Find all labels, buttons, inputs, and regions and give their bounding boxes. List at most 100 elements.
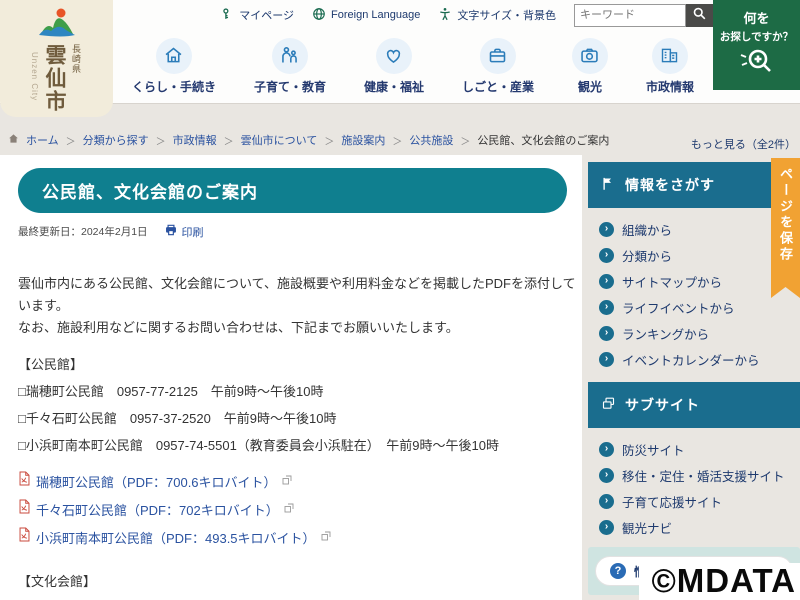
unzen-logo-icon [33, 4, 81, 43]
chevron-circle-icon [599, 247, 614, 263]
breadcrumb-separator: ＞ [65, 136, 76, 148]
pdf-link-list: 瑞穂町公民館（PDF：700.6キロバイト） 千々石町公民館（PDF：702キロ… [0, 471, 582, 547]
sidebar-item-label: 子育て応援サイト [622, 495, 723, 510]
sidebar-search-items: 組織から 分類から サイトマップから ライフイベントから ランキングから イベン… [588, 208, 800, 372]
pdf-link-row: 瑞穂町公民館（PDF：700.6キロバイト） [18, 471, 582, 491]
mypage-label: マイページ [239, 10, 295, 22]
facility-row: □小浜町南本町公民館 0957-74-5501（教育委員会小浜駐在） 午前9時～… [18, 438, 500, 453]
breadcrumb-link[interactable]: 市政情報 [173, 132, 217, 148]
sidebar-item-label: 移住・定住・婚活支援サイト [622, 469, 785, 484]
nav-item-shisei[interactable]: 市政情報 [646, 37, 694, 95]
chevron-circle-icon [599, 493, 614, 509]
globe-icon [312, 7, 326, 24]
nav-item-kanko[interactable]: 観光 [571, 37, 608, 95]
breadcrumb-link[interactable]: 分類から探す [83, 132, 149, 148]
breadcrumb-link[interactable]: 施設案内 [341, 132, 385, 148]
sidebar-item-label: ランキングから [622, 327, 710, 342]
text-size-link[interactable]: 文字サイズ・背景色 [438, 7, 556, 24]
nav-item-kenko[interactable]: 健康・福祉 [363, 37, 424, 95]
sidebar-item-sitemap[interactable]: サイトマップから [588, 268, 800, 294]
breadcrumb: ホーム ＞ 分類から探す ＞ 市政情報 ＞ 雲仙市について ＞ 施設案内 ＞ 公… [8, 130, 609, 150]
sidebar: もっと見る（全2件） 情報をさがす 組織から 分類から サイトマップから ラ [588, 128, 800, 600]
sidebar-item-eventcalendar[interactable]: イベントカレンダーから [588, 346, 800, 372]
intro-line: 雲仙市内にある公民館、文化会館について、施設概要や利用料金などを掲載したPDFを… [18, 276, 576, 313]
pdf-link[interactable]: 小浜町南本町公民館（PDF：493.5キロバイト） [36, 528, 316, 547]
nav-label: しごと・産業 [461, 79, 534, 94]
chevron-circle-icon [599, 351, 614, 367]
nav-item-kosodate[interactable]: 子育て・教育 [254, 37, 326, 95]
pdf-icon [18, 471, 31, 491]
chevron-circle-icon [599, 221, 614, 237]
sidebar-item-kosodate-ouen[interactable]: 子育て応援サイト [588, 488, 800, 514]
sidebar-subsite-items: 防災サイト 移住・定住・婚活支援サイト 子育て応援サイト 観光ナビ [588, 428, 800, 540]
site-logo[interactable]: Unzen City 雲仙市 長崎県 [0, 0, 113, 117]
foreign-language-label: Foreign Language [331, 9, 421, 21]
search-promo-button[interactable]: 何を お探しですか？ [713, 0, 800, 90]
breadcrumb-separator: ＞ [324, 136, 335, 148]
breadcrumb-link[interactable]: 雲仙市について [241, 132, 318, 148]
sidebar-item-iju[interactable]: 移住・定住・婚活支援サイト [588, 462, 800, 488]
foreign-language-link[interactable]: Foreign Language [312, 7, 420, 24]
sidebar-item-soshiki[interactable]: 組織から [588, 216, 800, 242]
mdata-watermark: ©MDATA [639, 563, 800, 600]
sidebar-section-search-header: 情報をさがす [588, 162, 800, 208]
breadcrumb-separator: ＞ [223, 136, 234, 148]
health-heart-icon [375, 37, 412, 74]
logo-city-name: 雲仙市 [43, 44, 66, 113]
sidebar-item-lifeevent[interactable]: ライフイベントから [588, 294, 800, 320]
breadcrumb-separator: ＞ [392, 136, 403, 148]
breadcrumb-link[interactable]: ホーム [26, 132, 59, 148]
house-icon [155, 37, 192, 74]
header: マイページ Foreign Language 文字サイズ・背景色 キーワード く… [0, 0, 800, 104]
pdf-icon [18, 499, 31, 519]
sidebar-item-label: サイトマップから [622, 275, 723, 290]
magnifier-icon [692, 6, 707, 24]
pdf-icon [18, 527, 31, 547]
sidebar-item-label: 組織から [622, 223, 673, 238]
nav-label: 健康・福祉 [363, 79, 424, 94]
sidebar-item-kanko-navi[interactable]: 観光ナビ [588, 514, 800, 540]
sidebar-item-bunrui[interactable]: 分類から [588, 242, 800, 268]
sidebar-item-label: イベントカレンダーから [622, 353, 760, 368]
home-icon [8, 133, 19, 147]
save-page-ribbon[interactable]: ページを保存 [771, 158, 800, 298]
more-link[interactable]: もっと見る（全2件） [588, 136, 800, 152]
briefcase-icon [479, 37, 516, 74]
sidebar-section-title: 情報をさがす [625, 177, 715, 193]
building-icon [651, 37, 688, 74]
breadcrumb-link[interactable]: 公共施設 [409, 132, 453, 148]
accessibility-icon [438, 7, 452, 24]
nav-item-kurashi[interactable]: くらし・手続き [132, 37, 216, 95]
global-nav: くらし・手続き 子育て・教育 健康・福祉 しごと・産業 観光 市政情報 [113, 30, 713, 102]
sidebar-item-label: 観光ナビ [622, 521, 673, 536]
page: マイページ Foreign Language 文字サイズ・背景色 キーワード く… [0, 0, 800, 600]
page-title-banner: 公民館、文化会館のご案内 [18, 168, 567, 213]
sidebar-item-bosai[interactable]: 防災サイト [588, 436, 800, 462]
subsite-window-icon [601, 396, 616, 414]
search-button[interactable] [686, 3, 713, 27]
pdf-link-row: 千々石町公民館（PDF：702キロバイト） [18, 499, 582, 519]
meta-row: 最終更新日：2024年2月1日 印刷 [18, 223, 582, 240]
chevron-circle-icon [599, 519, 614, 535]
external-link-icon [282, 472, 292, 490]
main-content: 公民館、文化会館のご案内 最終更新日：2024年2月1日 印刷 雲仙市内にある公… [0, 155, 582, 600]
pdf-link[interactable]: 千々石町公民館（PDF：702キロバイト） [36, 500, 279, 519]
search-input[interactable] [574, 3, 686, 27]
save-page-label: ページを保存 [778, 167, 793, 263]
nav-label: 観光 [577, 79, 602, 94]
parent-child-icon [271, 37, 308, 74]
sidebar-section-title: サブサイト [625, 397, 700, 413]
printer-icon [164, 223, 178, 240]
pdf-link[interactable]: 瑞穂町公民館（PDF：700.6キロバイト） [36, 472, 277, 491]
promo-line1: 何を [743, 11, 770, 26]
chevron-circle-icon [599, 467, 614, 483]
sidebar-item-label: ライフイベントから [622, 301, 735, 316]
external-link-icon [321, 528, 331, 546]
sidebar-item-ranking[interactable]: ランキングから [588, 320, 800, 346]
print-button[interactable]: 印刷 [164, 223, 204, 240]
bunka-heading: 【文化会館】 [18, 574, 97, 589]
mypage-link[interactable]: マイページ [221, 7, 294, 24]
nav-item-shigoto[interactable]: しごと・産業 [461, 37, 534, 95]
chevron-circle-icon [599, 299, 614, 315]
promo-line2: お探しですか？ [719, 31, 794, 43]
